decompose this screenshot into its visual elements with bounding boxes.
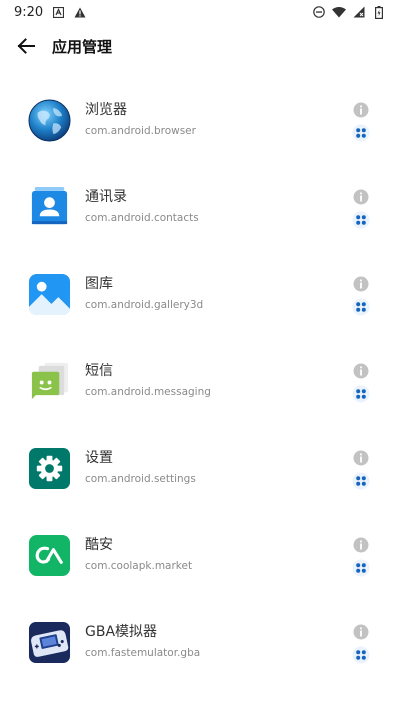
app-item-browser[interactable]: 浏览器 com.android.browser xyxy=(0,77,400,164)
app-texts: GBA模拟器 com.fastemulator.gba xyxy=(85,623,200,660)
app-texts: 图库 com.android.gallery3d xyxy=(85,275,203,312)
settings-gear-icon xyxy=(28,447,71,490)
app-package: com.android.gallery3d xyxy=(85,299,204,311)
dnd-icon xyxy=(312,5,326,19)
globe-icon xyxy=(28,99,71,142)
status-time: 9:20 xyxy=(14,4,44,20)
arrow-back-icon xyxy=(17,38,35,54)
app-name: 酷安 xyxy=(85,537,113,553)
warning-icon xyxy=(73,5,87,19)
info-icon[interactable] xyxy=(352,188,370,206)
app-name: 设置 xyxy=(85,450,113,466)
module-icon[interactable] xyxy=(352,472,370,490)
app-item-coolapk[interactable]: 酷安 com.coolapk.market xyxy=(0,512,400,599)
back-button[interactable] xyxy=(8,28,44,64)
app-name: 图库 xyxy=(85,276,113,292)
module-icon[interactable] xyxy=(352,385,370,403)
app-package: com.coolapk.market xyxy=(85,560,193,572)
status-bar: 9:20 xyxy=(0,0,400,24)
contacts-icon xyxy=(31,186,68,225)
app-item-messaging[interactable]: 短信 com.android.messaging xyxy=(0,338,400,425)
info-icon[interactable] xyxy=(352,275,370,293)
app-name: 浏览器 xyxy=(85,102,127,118)
info-icon[interactable] xyxy=(352,101,370,119)
app-package: com.android.settings xyxy=(85,473,196,485)
app-bar: 应用管理 xyxy=(0,24,400,68)
coolapk-icon xyxy=(28,534,71,577)
battery-icon xyxy=(372,5,386,19)
app-package: com.fastemulator.gba xyxy=(85,647,201,659)
module-icon[interactable] xyxy=(352,124,370,142)
app-texts: 短信 com.android.messaging xyxy=(85,362,211,399)
app-name: 短信 xyxy=(85,363,113,379)
status-right xyxy=(312,5,386,19)
status-left: 9:20 xyxy=(14,5,87,20)
app-item-gallery[interactable]: 图库 com.android.gallery3d xyxy=(0,251,400,338)
info-icon[interactable] xyxy=(352,536,370,554)
info-icon[interactable] xyxy=(352,362,370,380)
wifi-icon xyxy=(332,5,346,19)
app-package: com.android.messaging xyxy=(85,386,211,398)
app-item-contacts[interactable]: 通讯录 com.android.contacts xyxy=(0,164,400,251)
app-item-gba[interactable]: GBA模拟器 com.fastemulator.gba xyxy=(0,599,400,686)
app-item-settings[interactable]: 设置 com.android.settings xyxy=(0,425,400,512)
app-list: 浏览器 com.android.browser 通讯录 com.android.… xyxy=(0,77,400,686)
page-title: 应用管理 xyxy=(52,37,113,56)
info-icon[interactable] xyxy=(352,449,370,467)
info-icon[interactable] xyxy=(352,623,370,641)
app-name: 通讯录 xyxy=(85,189,127,205)
app-name: GBA模拟器 xyxy=(85,624,158,640)
gallery-icon xyxy=(28,273,71,316)
gba-console-icon xyxy=(28,621,71,664)
app-package: com.android.browser xyxy=(85,125,196,137)
notification-a-icon xyxy=(51,5,65,19)
signal-icon xyxy=(352,5,366,19)
app-texts: 酷安 com.coolapk.market xyxy=(85,536,192,573)
app-texts: 浏览器 com.android.browser xyxy=(85,101,196,138)
app-texts: 通讯录 com.android.contacts xyxy=(85,188,199,225)
messaging-icon xyxy=(31,362,69,400)
module-icon[interactable] xyxy=(352,298,370,316)
module-icon[interactable] xyxy=(352,646,370,664)
module-icon[interactable] xyxy=(352,559,370,577)
app-package: com.android.contacts xyxy=(85,212,199,224)
module-icon[interactable] xyxy=(352,211,370,229)
app-texts: 设置 com.android.settings xyxy=(85,449,196,486)
